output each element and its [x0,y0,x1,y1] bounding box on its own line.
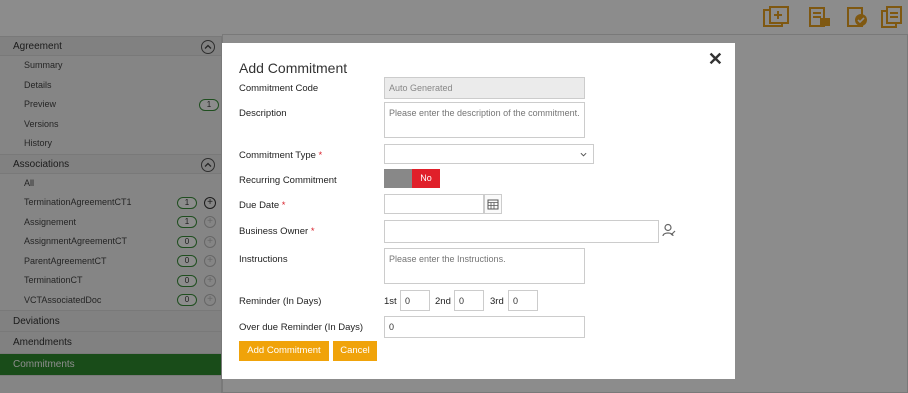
toggle-no-label: No [412,169,440,188]
recurring-commitment-label: Recurring Commitment [239,175,337,186]
toggle-track [384,169,412,188]
calendar-icon[interactable] [484,194,502,214]
add-commitment-dialog: Add Commitment ✕ Commitment Code Descrip… [222,43,735,379]
reminder-1st-field[interactable] [400,290,430,311]
description-field[interactable] [384,102,585,138]
description-label: Description [239,108,287,119]
reminder-2nd-label: 2nd [435,296,451,307]
cancel-button[interactable]: Cancel [333,341,377,361]
commitment-code-field [384,77,585,99]
reminder-2nd-field[interactable] [454,290,484,311]
commitment-type-label: Commitment Type * [239,150,323,161]
due-date-label: Due Date * [239,200,286,211]
business-owner-field[interactable] [384,220,659,243]
reminder-3rd-label: 3rd [490,296,504,307]
commitment-type-select[interactable] [384,144,594,164]
overdue-reminder-label: Over due Reminder (In Days) [239,322,364,333]
recurring-toggle[interactable]: No [384,169,440,188]
reminder-label: Reminder (In Days) [239,296,322,307]
commitment-code-label: Commitment Code [239,83,319,94]
business-owner-label: Business Owner * [239,226,315,237]
instructions-field[interactable] [384,248,585,284]
add-commitment-button[interactable]: Add Commitment [239,341,329,361]
chevron-down-icon [580,152,587,157]
overdue-reminder-field[interactable] [384,316,585,338]
due-date-field[interactable] [384,194,484,214]
user-picker-icon[interactable] [662,223,676,237]
reminder-1st-label: 1st [384,296,397,307]
instructions-label: Instructions [239,254,288,265]
dialog-title: Add Commitment [239,60,348,76]
close-icon[interactable]: ✕ [708,49,723,70]
reminder-3rd-field[interactable] [508,290,538,311]
